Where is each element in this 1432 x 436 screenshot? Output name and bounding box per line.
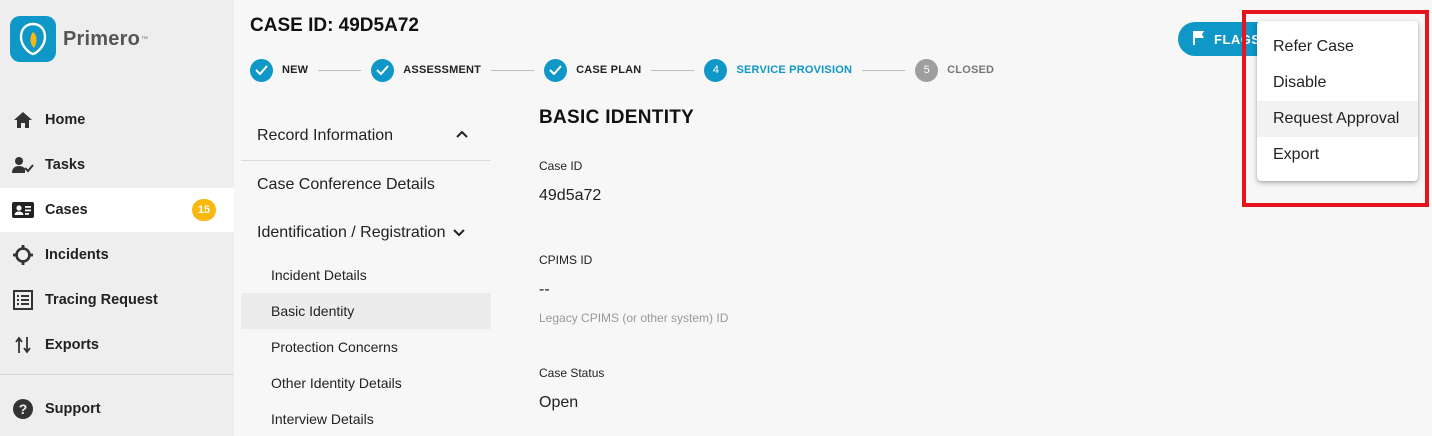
step-number: 4 [704,58,728,82]
sidebar-item-exports[interactable]: Exports [0,323,234,367]
step-closed: 5 CLOSED [915,58,995,82]
sidebar-divider [0,374,234,375]
sidebar: Primero ™ Home Tasks Cases 15 Incidents T… [0,0,234,436]
step-number: 5 [915,58,939,82]
sidebar-item-support[interactable]: ? Support [0,387,234,431]
tasks-icon [12,154,34,176]
chevron-up-icon[interactable] [455,127,469,146]
step-connector [651,69,695,71]
nav-item-interview-details[interactable]: Interview Details [241,401,491,436]
home-icon [12,109,34,131]
sidebar-item-label: Exports [45,337,99,353]
check-icon [250,58,273,82]
nav-item-other-identity-details[interactable]: Other Identity Details [241,365,491,401]
step-label: CLOSED [947,64,995,76]
incidents-icon [12,244,34,266]
step-case-plan: CASE PLAN [544,58,642,82]
sidebar-item-cases[interactable]: Cases 15 [0,188,234,232]
sidebar-item-label: Tasks [45,157,86,173]
cpims-id-help-text: Legacy CPIMS (or other system) ID [539,311,729,325]
nav-group-record-information[interactable]: Record Information [241,112,491,160]
sidebar-item-tasks[interactable]: Tasks [0,143,234,187]
nav-group-label: Case Conference Details [257,176,435,193]
case-id-value: 49d5a72 [539,187,602,204]
primero-logo-icon [10,16,56,62]
case-status-label: Case Status [539,366,605,380]
sidebar-item-home[interactable]: Home [0,98,234,142]
check-icon [544,58,568,82]
sidebar-item-incidents[interactable]: Incidents [0,233,234,277]
step-label: SERVICE PROVISION [736,64,853,76]
exports-icon [12,334,34,356]
nav-item-protection-concerns[interactable]: Protection Concerns [241,329,491,365]
case-id-label: Case ID [539,159,583,173]
cpims-id-label: CPIMS ID [539,253,593,267]
highlight-annotation [1242,10,1429,207]
form-section-nav: Record Information Case Conference Detai… [241,112,491,436]
sidebar-item-label: Incidents [45,247,109,263]
step-label: CASE PLAN [576,64,642,76]
support-icon: ? [12,398,34,420]
cases-count-badge: 15 [192,199,216,221]
step-connector [862,69,906,71]
step-connector [318,69,362,71]
nav-group-label: Record Information [257,127,394,144]
sidebar-item-label: Tracing Request [45,292,158,308]
primero-logo[interactable]: Primero ™ [10,16,148,62]
chevron-down-icon[interactable] [452,225,466,244]
step-label: NEW [282,64,309,76]
workflow-stepper: NEW ASSESSMENT CASE PLAN 4 SERVICE PROVI… [250,58,994,82]
nav-item-basic-identity[interactable]: Basic Identity [241,293,491,329]
cases-icon [12,199,34,221]
app-name: Primero [63,27,140,50]
tracing-request-icon [12,289,34,311]
check-icon [371,58,395,82]
step-connector [491,69,535,71]
sidebar-item-label: Home [45,112,86,128]
page-title: CASE ID: 49D5A72 [250,15,419,36]
flag-icon [1192,30,1206,48]
svg-text:?: ? [19,401,28,417]
sidebar-item-tracing-request[interactable]: Tracing Request [0,278,234,322]
step-new: NEW [250,58,309,82]
section-title: BASIC IDENTITY [539,107,695,128]
cpims-id-value: -- [539,281,550,298]
sidebar-item-label: Support [45,401,101,417]
step-label: ASSESSMENT [403,64,482,76]
case-status-value: Open [539,394,579,411]
nav-group-case-conference-details[interactable]: Case Conference Details [241,161,491,209]
nav-group-label: Identification / Registration [257,224,446,241]
step-assessment: ASSESSMENT [371,58,482,82]
step-service-provision: 4 SERVICE PROVISION [704,58,853,82]
nav-item-incident-details[interactable]: Incident Details [241,257,491,293]
nav-group-identification-registration[interactable]: Identification / Registration [241,209,491,257]
